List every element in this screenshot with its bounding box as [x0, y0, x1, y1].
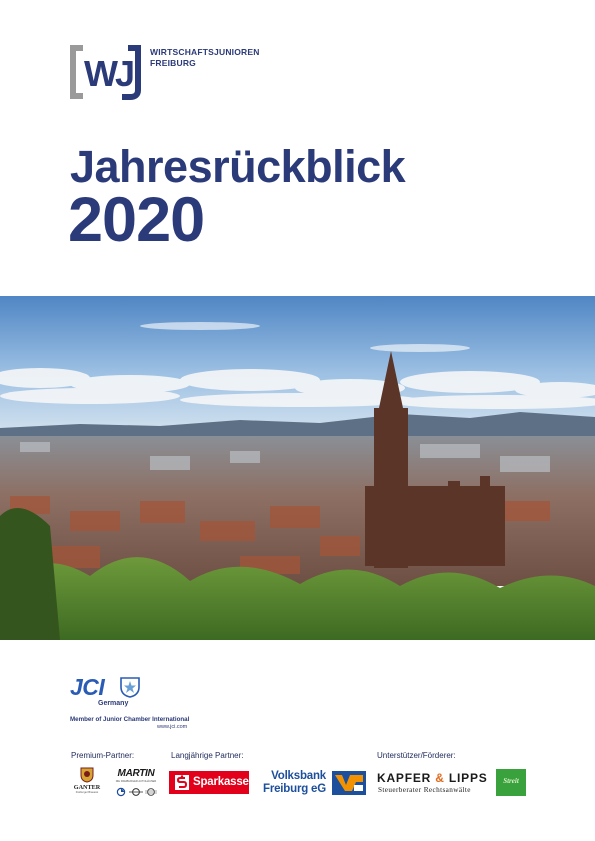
supporters-label: Unterstützer/Förderer: — [377, 751, 456, 760]
logo-mark-letters: WJ — [84, 53, 133, 94]
freiburg-cityscape-photo — [0, 296, 595, 640]
report-year: 2020 — [68, 185, 205, 255]
martin-sub: DIE FREIBURGER AUTOHÄUSER — [115, 780, 157, 783]
jci-wordmark: JCI — [70, 674, 105, 700]
sparkasse-s-icon — [175, 775, 189, 790]
longterm-partner-label: Langjährige Partner: — [171, 751, 244, 760]
logo-name-line1: WIRTSCHAFTSJUNIOREN — [150, 47, 260, 57]
kapfer-lipps-logo: KAPFER & LIPPS — [377, 771, 488, 785]
volksbank-logo-icon — [332, 771, 366, 795]
car-brand-icons — [116, 787, 157, 797]
jci-emblem-icon — [120, 677, 140, 698]
ganter-name: GANTER — [73, 784, 101, 791]
kapfer-amp: & — [435, 771, 445, 785]
volksbank-name: Volksbank Freiburg eG — [260, 770, 326, 796]
volksbank-line1: Volksbank — [271, 770, 326, 782]
wj-logo: WJ WIRTSCHAFTSJUNIOREN FREIBURG — [70, 44, 270, 100]
streit-name: Streit — [503, 777, 519, 785]
sparkasse-name: Sparkasse — [193, 776, 249, 788]
ganter-logo: GANTER Freiburger Brauerei — [72, 767, 102, 799]
ganter-sub: Freiburger Brauerei — [75, 791, 99, 794]
jci-member-text: Member of Junior Chamber International — [70, 716, 190, 723]
streit-logo: Streit — [496, 769, 526, 796]
jci-country: Germany — [98, 700, 129, 707]
kapfer-lipps-sub: Steuerberater Rechtsanwälte — [378, 786, 471, 794]
kapfer-name-b: LIPPS — [448, 771, 488, 785]
martin-name: MARTIN — [117, 768, 155, 779]
ganter-emblem-icon — [80, 767, 94, 783]
wj-logo-mark: WJ — [70, 45, 141, 100]
sparkasse-logo: Sparkasse — [169, 771, 249, 794]
jci-url[interactable]: www.jci.com — [157, 724, 187, 730]
logo-name-line2: FREIBURG — [150, 58, 196, 68]
volksbank-line2: Freiburg eG — [263, 783, 326, 795]
martin-logo: MARTIN DIE FREIBURGER AUTOHÄUSER — [112, 767, 160, 799]
premium-partner-label: Premium-Partner: — [71, 751, 135, 760]
kapfer-name-a: KAPFER — [377, 771, 432, 785]
jci-logo: JCI Germany Member of Junior Chamber Int… — [70, 675, 220, 735]
